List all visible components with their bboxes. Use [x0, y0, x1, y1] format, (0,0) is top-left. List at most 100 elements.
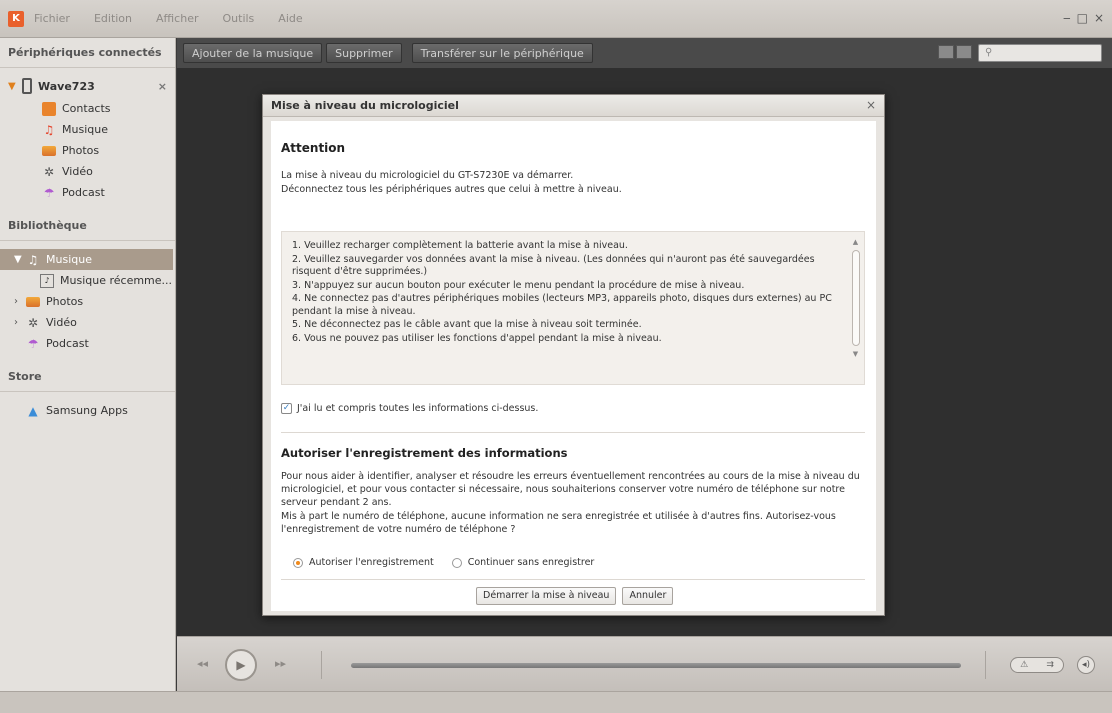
chevron-right-icon[interactable]: ›	[14, 296, 26, 307]
divider	[321, 651, 322, 679]
disconnect-icon[interactable]: ×	[158, 80, 167, 93]
dialog-title: Mise à niveau du micrologiciel	[263, 95, 884, 117]
intro-line: Déconnectez tous les périphériques autre…	[281, 184, 622, 195]
music-icon: ♫	[27, 252, 39, 267]
store-item-samsung-apps[interactable]: ▲ Samsung Apps	[0, 400, 175, 421]
search-icon: ⚲	[985, 47, 993, 58]
attention-heading: Attention	[281, 141, 346, 155]
toolbar: Ajouter de la musique Supprimer Transfér…	[177, 38, 1112, 68]
scrollbar[interactable]: ▲ ▼	[850, 236, 861, 382]
understood-checkbox-row[interactable]: ✓ J'ai lu et compris toutes les informat…	[281, 403, 538, 414]
library-item-label: Podcast	[46, 337, 89, 350]
registration-heading: Autoriser l'enregistrement des informati…	[281, 446, 568, 460]
instruction-item: 6. Vous ne pouvez pas utiliser les fonct…	[292, 332, 662, 344]
add-music-button[interactable]: Ajouter de la musique	[183, 43, 323, 63]
playback-mode-toggle[interactable]: ⚠ ⇉	[1010, 657, 1064, 673]
minimize-icon[interactable]: ‒	[1063, 11, 1071, 25]
previous-icon[interactable]: ◂◂	[197, 657, 208, 670]
menu-edition[interactable]: Edition	[94, 12, 132, 25]
status-bar	[0, 691, 1112, 713]
play-icon: ▶	[236, 658, 246, 672]
store-header: Store	[0, 362, 175, 392]
menu-aide[interactable]: Aide	[278, 12, 302, 25]
divider	[281, 579, 865, 580]
allow-registration-radio[interactable]	[293, 557, 303, 568]
scroll-down-icon[interactable]: ▼	[850, 348, 861, 360]
device-item-video[interactable]: ✲ Vidéo	[0, 161, 175, 182]
repeat-icon[interactable]: ⚠	[1020, 658, 1028, 672]
skip-registration-radio[interactable]	[451, 557, 462, 568]
instruction-item: 1. Veuillez recharger complètement la ba…	[292, 240, 628, 251]
chevron-down-icon[interactable]: ▼	[8, 81, 20, 92]
volume-button[interactable]: ◂)	[1077, 656, 1095, 674]
library-item-photos[interactable]: › Photos	[0, 291, 175, 312]
menu-outils[interactable]: Outils	[223, 12, 255, 25]
delete-button[interactable]: Supprimer	[326, 43, 402, 63]
transfer-button[interactable]: Transférer sur le périphérique	[411, 43, 593, 63]
play-button[interactable]: ▶	[225, 649, 257, 681]
store-item-label: Samsung Apps	[46, 404, 128, 417]
start-upgrade-button[interactable]: Démarrer la mise à niveau	[476, 587, 617, 605]
close-icon[interactable]: ×	[866, 98, 876, 112]
window-controls: ‒ □ ×	[1063, 11, 1104, 25]
registration-options: Autoriser l'enregistrement Continuer san…	[293, 557, 594, 568]
list-view-icon[interactable]	[938, 45, 954, 59]
music-icon: ♫	[43, 122, 55, 137]
library-item-podcast[interactable]: ☂ Podcast	[0, 333, 175, 354]
device-item-label: Musique	[62, 123, 108, 136]
dialog-buttons: Démarrer la mise à niveau Annuler	[476, 587, 674, 605]
device-item-photos[interactable]: Photos	[0, 140, 175, 161]
menu-afficher[interactable]: Afficher	[156, 12, 198, 25]
search-input[interactable]: ⚲	[978, 44, 1102, 62]
divider	[281, 432, 865, 433]
next-icon[interactable]: ▸▸	[275, 657, 286, 670]
scroll-up-icon[interactable]: ▲	[850, 236, 861, 248]
chevron-down-icon[interactable]: ▼	[14, 254, 26, 265]
menu-fichier[interactable]: Fichier	[34, 12, 70, 25]
podcast-icon: ☂	[27, 336, 39, 351]
instruction-item: 4. Ne connectez pas d'autres périphériqu…	[292, 293, 832, 317]
contacts-icon	[42, 101, 56, 116]
understood-checkbox[interactable]: ✓	[281, 403, 292, 414]
device-item-music[interactable]: ♫ Musique	[0, 119, 175, 140]
skip-registration-label[interactable]: Continuer sans enregistrer	[468, 557, 595, 568]
connected-devices-header: Périphériques connectés	[0, 38, 175, 68]
progress-slider[interactable]	[351, 663, 961, 668]
cancel-button[interactable]: Annuler	[622, 587, 674, 605]
instructions-list[interactable]: 1. Veuillez recharger complètement la ba…	[281, 231, 865, 385]
allow-registration-label[interactable]: Autoriser l'enregistrement	[309, 557, 434, 568]
device-item-label: Podcast	[62, 186, 105, 199]
library-item-label: Vidéo	[46, 316, 77, 329]
volume-icon: ◂)	[1081, 660, 1091, 670]
app-logo-icon: K	[8, 10, 24, 27]
shuffle-icon[interactable]: ⇉	[1046, 658, 1054, 672]
device-item-contacts[interactable]: Contacts	[0, 98, 175, 119]
library-item-video[interactable]: › ✲ Vidéo	[0, 312, 175, 333]
device-item-podcast[interactable]: ☂ Podcast	[0, 182, 175, 203]
instruction-item: 2. Veuillez sauvegarder vos données avan…	[292, 253, 815, 278]
close-window-icon[interactable]: ×	[1094, 11, 1104, 25]
device-item-label: Photos	[62, 144, 100, 157]
library-item-label: Photos	[46, 295, 84, 308]
player-bar: ◂◂ ▶ ▸▸ ⚠ ⇉ ◂)	[177, 636, 1112, 691]
understood-checkbox-label: J'ai lu et compris toutes les informatio…	[297, 403, 539, 414]
device-item[interactable]: ▼ Wave723 ×	[0, 74, 175, 98]
photos-icon	[42, 145, 56, 156]
phone-icon	[22, 78, 32, 94]
chevron-right-icon[interactable]: ›	[14, 317, 26, 328]
maximize-icon[interactable]: □	[1077, 11, 1088, 25]
menu-bar: K Fichier Edition Afficher Outils Aide ‒…	[0, 0, 1112, 38]
instruction-item: 5. Ne déconnectez pas le câble avant que…	[292, 319, 642, 330]
library-item-music[interactable]: ▼ ♫ Musique	[0, 249, 173, 270]
library-item-label: Musique récemme...	[60, 274, 173, 287]
sidebar: Périphériques connectés ▼ Wave723 × Cont…	[0, 38, 176, 691]
podcast-icon: ☂	[43, 185, 55, 200]
library-item-recent-music[interactable]: ♪ Musique récemme...	[0, 270, 175, 291]
grid-view-icon[interactable]	[956, 45, 972, 59]
library-header: Bibliothèque	[0, 211, 175, 241]
firmware-upgrade-dialog: Mise à niveau du micrologiciel × Attenti…	[262, 94, 885, 616]
instruction-item: 3. N'appuyez sur aucun bouton pour exécu…	[292, 279, 745, 291]
registration-text: Mis à part le numéro de téléphone, aucun…	[281, 511, 836, 535]
scroll-thumb[interactable]	[851, 250, 860, 346]
samsung-apps-icon: ▲	[28, 403, 38, 418]
